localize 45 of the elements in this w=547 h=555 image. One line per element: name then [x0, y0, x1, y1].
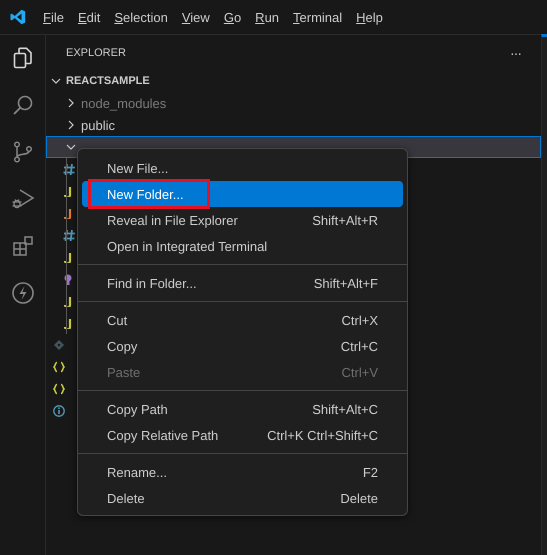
- search-icon[interactable]: [10, 93, 34, 117]
- files-icon[interactable]: [10, 46, 34, 70]
- extensions-icon[interactable]: [10, 234, 34, 258]
- explorer-title: EXPLORER: [66, 46, 126, 58]
- menu-item[interactable]: Help: [349, 6, 390, 28]
- folder-item[interactable]: public: [81, 118, 115, 132]
- json-file-icon: [53, 383, 65, 395]
- workspace-folder[interactable]: REACTSAMPLE: [66, 75, 150, 87]
- menu-item-label[interactable]: Cut: [107, 312, 128, 328]
- menu-item-label[interactable]: Copy: [107, 338, 138, 354]
- menu-item-label[interactable]: Copy Path: [107, 402, 168, 416]
- json-file-icon: [53, 361, 65, 373]
- shortcut-label: Ctrl+C: [340, 338, 378, 354]
- shortcut-label: Delete: [340, 490, 378, 506]
- run-debug-icon[interactable]: [10, 187, 34, 211]
- menu-item[interactable]: Edit: [70, 6, 108, 28]
- menu-item[interactable]: Terminal: [286, 6, 350, 28]
- css-file-icon: [63, 229, 75, 241]
- menu-item[interactable]: File: [36, 6, 71, 28]
- menu-item[interactable]: Run: [248, 6, 286, 28]
- shortcut-label: Ctrl+V: [342, 364, 378, 380]
- menu-item[interactable]: Go: [216, 6, 248, 28]
- menu-item[interactable]: View: [174, 6, 217, 28]
- shortcut-label: Ctrl+K Ctrl+Shift+C: [267, 428, 378, 442]
- shortcut-label: Shift+Alt+R: [312, 212, 378, 228]
- more-actions-button[interactable]: ···: [510, 44, 521, 60]
- shortcut-label: Shift+Alt+F: [314, 276, 378, 290]
- menu-item-label[interactable]: Rename...: [107, 464, 167, 480]
- menu-item[interactable]: Selection: [107, 6, 175, 28]
- menu-item-label[interactable]: Delete: [107, 490, 145, 506]
- css-file-icon: [63, 163, 75, 175]
- menu-item-label[interactable]: Copy Relative Path: [107, 428, 218, 442]
- menu-item-label[interactable]: New Folder...: [107, 186, 184, 202]
- vscode-logo-icon: [10, 9, 26, 25]
- menu-item-label[interactable]: New File...: [107, 160, 168, 176]
- menu-item-label[interactable]: Open in Integrated Terminal: [107, 238, 268, 254]
- lightning-icon[interactable]: [10, 281, 34, 305]
- info-icon: [53, 405, 65, 417]
- shortcut-label: Shift+Alt+C: [312, 402, 378, 416]
- git-file-icon: [53, 339, 65, 351]
- menu-item-label[interactable]: Reveal in File Explorer: [107, 212, 238, 228]
- folder-item[interactable]: node_modules: [81, 96, 166, 110]
- shortcut-label: F2: [362, 464, 378, 480]
- shortcut-label: Ctrl+X: [342, 312, 378, 328]
- menu-item-label[interactable]: Find in Folder...: [107, 276, 197, 290]
